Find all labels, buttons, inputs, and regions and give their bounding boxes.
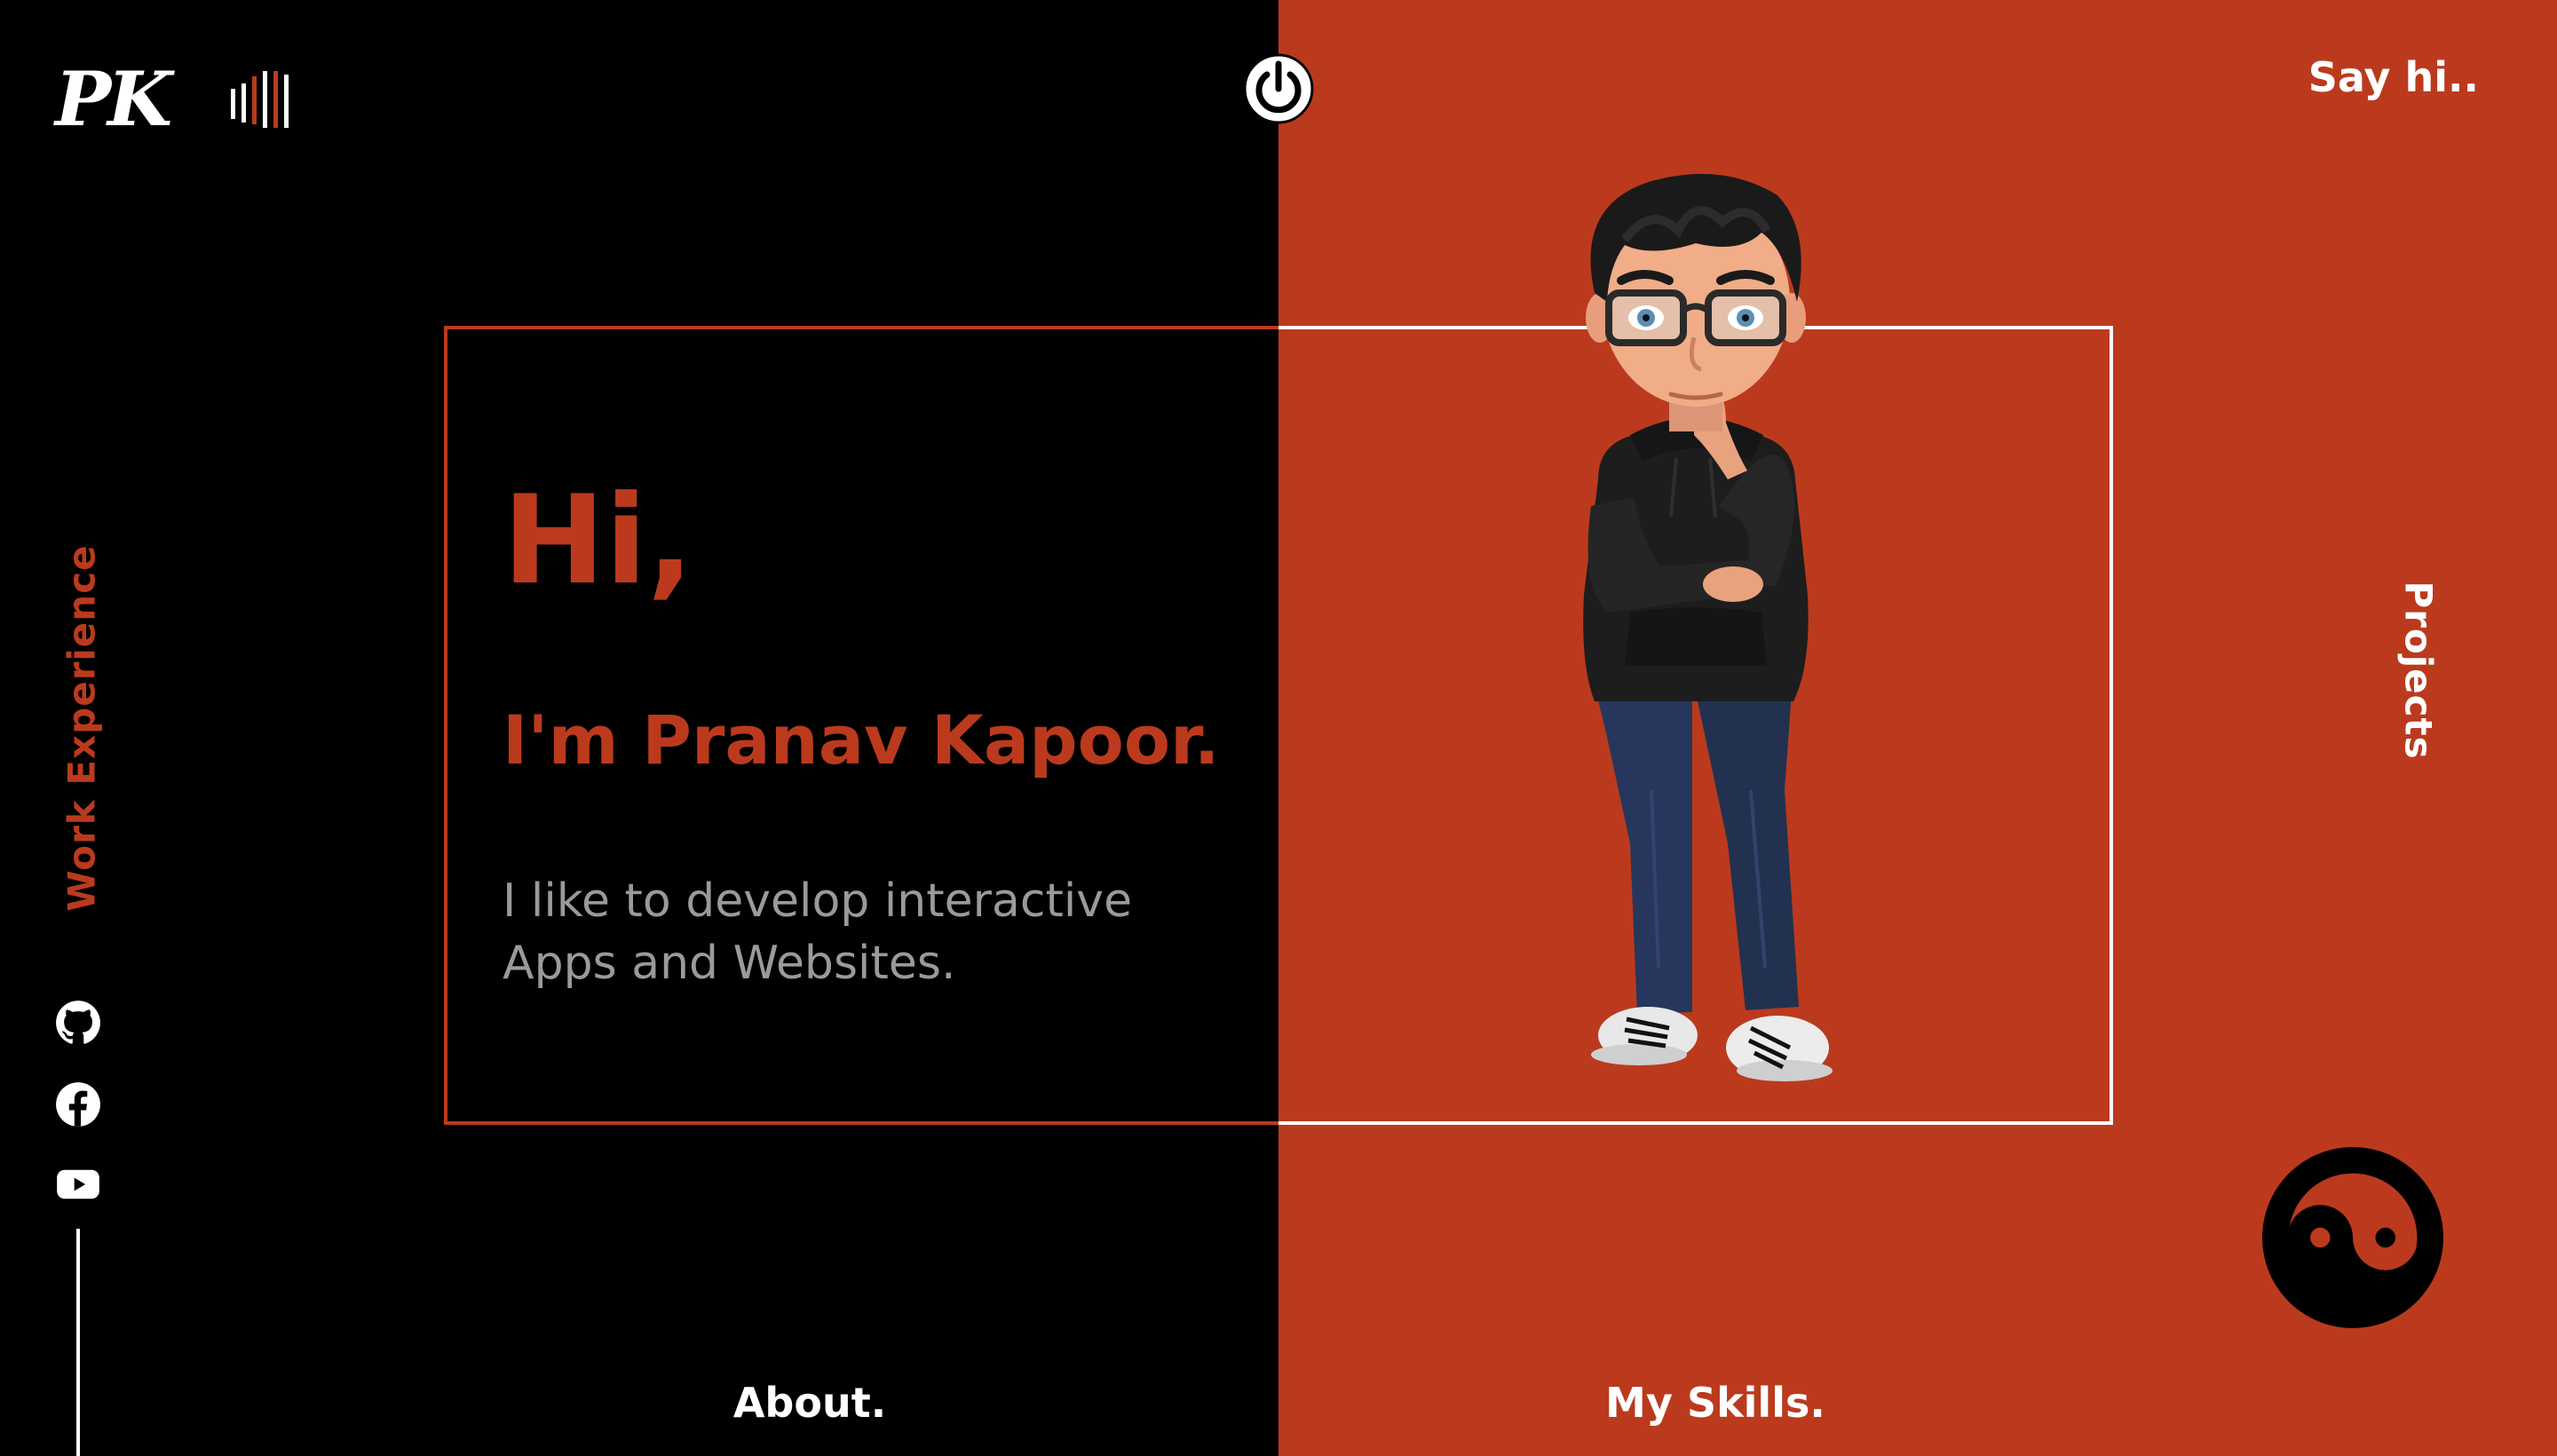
facebook-icon xyxy=(56,1082,100,1127)
hero-greeting: Hi, xyxy=(503,469,694,612)
power-icon[interactable] xyxy=(1243,53,1314,124)
avatar-illustration xyxy=(1583,173,1833,1081)
social-divider-line xyxy=(76,1229,80,1456)
github-link[interactable] xyxy=(55,1000,101,1046)
hero-name: I'm Pranav Kapoor. xyxy=(503,700,1220,779)
sound-bars-icon[interactable] xyxy=(229,69,293,130)
projects-link[interactable]: Projects xyxy=(2397,581,2441,759)
github-icon xyxy=(56,1001,100,1044)
yin-yang-icon[interactable] xyxy=(2262,1147,2443,1328)
work-experience-link[interactable]: Work Experience xyxy=(60,544,104,911)
youtube-icon xyxy=(57,1169,99,1199)
facebook-link[interactable] xyxy=(55,1081,101,1128)
about-link[interactable]: About. xyxy=(733,1379,886,1427)
youtube-link[interactable] xyxy=(55,1161,101,1207)
my-skills-link[interactable]: My Skills. xyxy=(1605,1379,1825,1427)
say-hi-link[interactable]: Say hi.. xyxy=(2308,57,2479,98)
logo[interactable]: PK xyxy=(55,62,172,137)
hero-tagline: I like to develop interactive Apps and W… xyxy=(503,874,1133,990)
